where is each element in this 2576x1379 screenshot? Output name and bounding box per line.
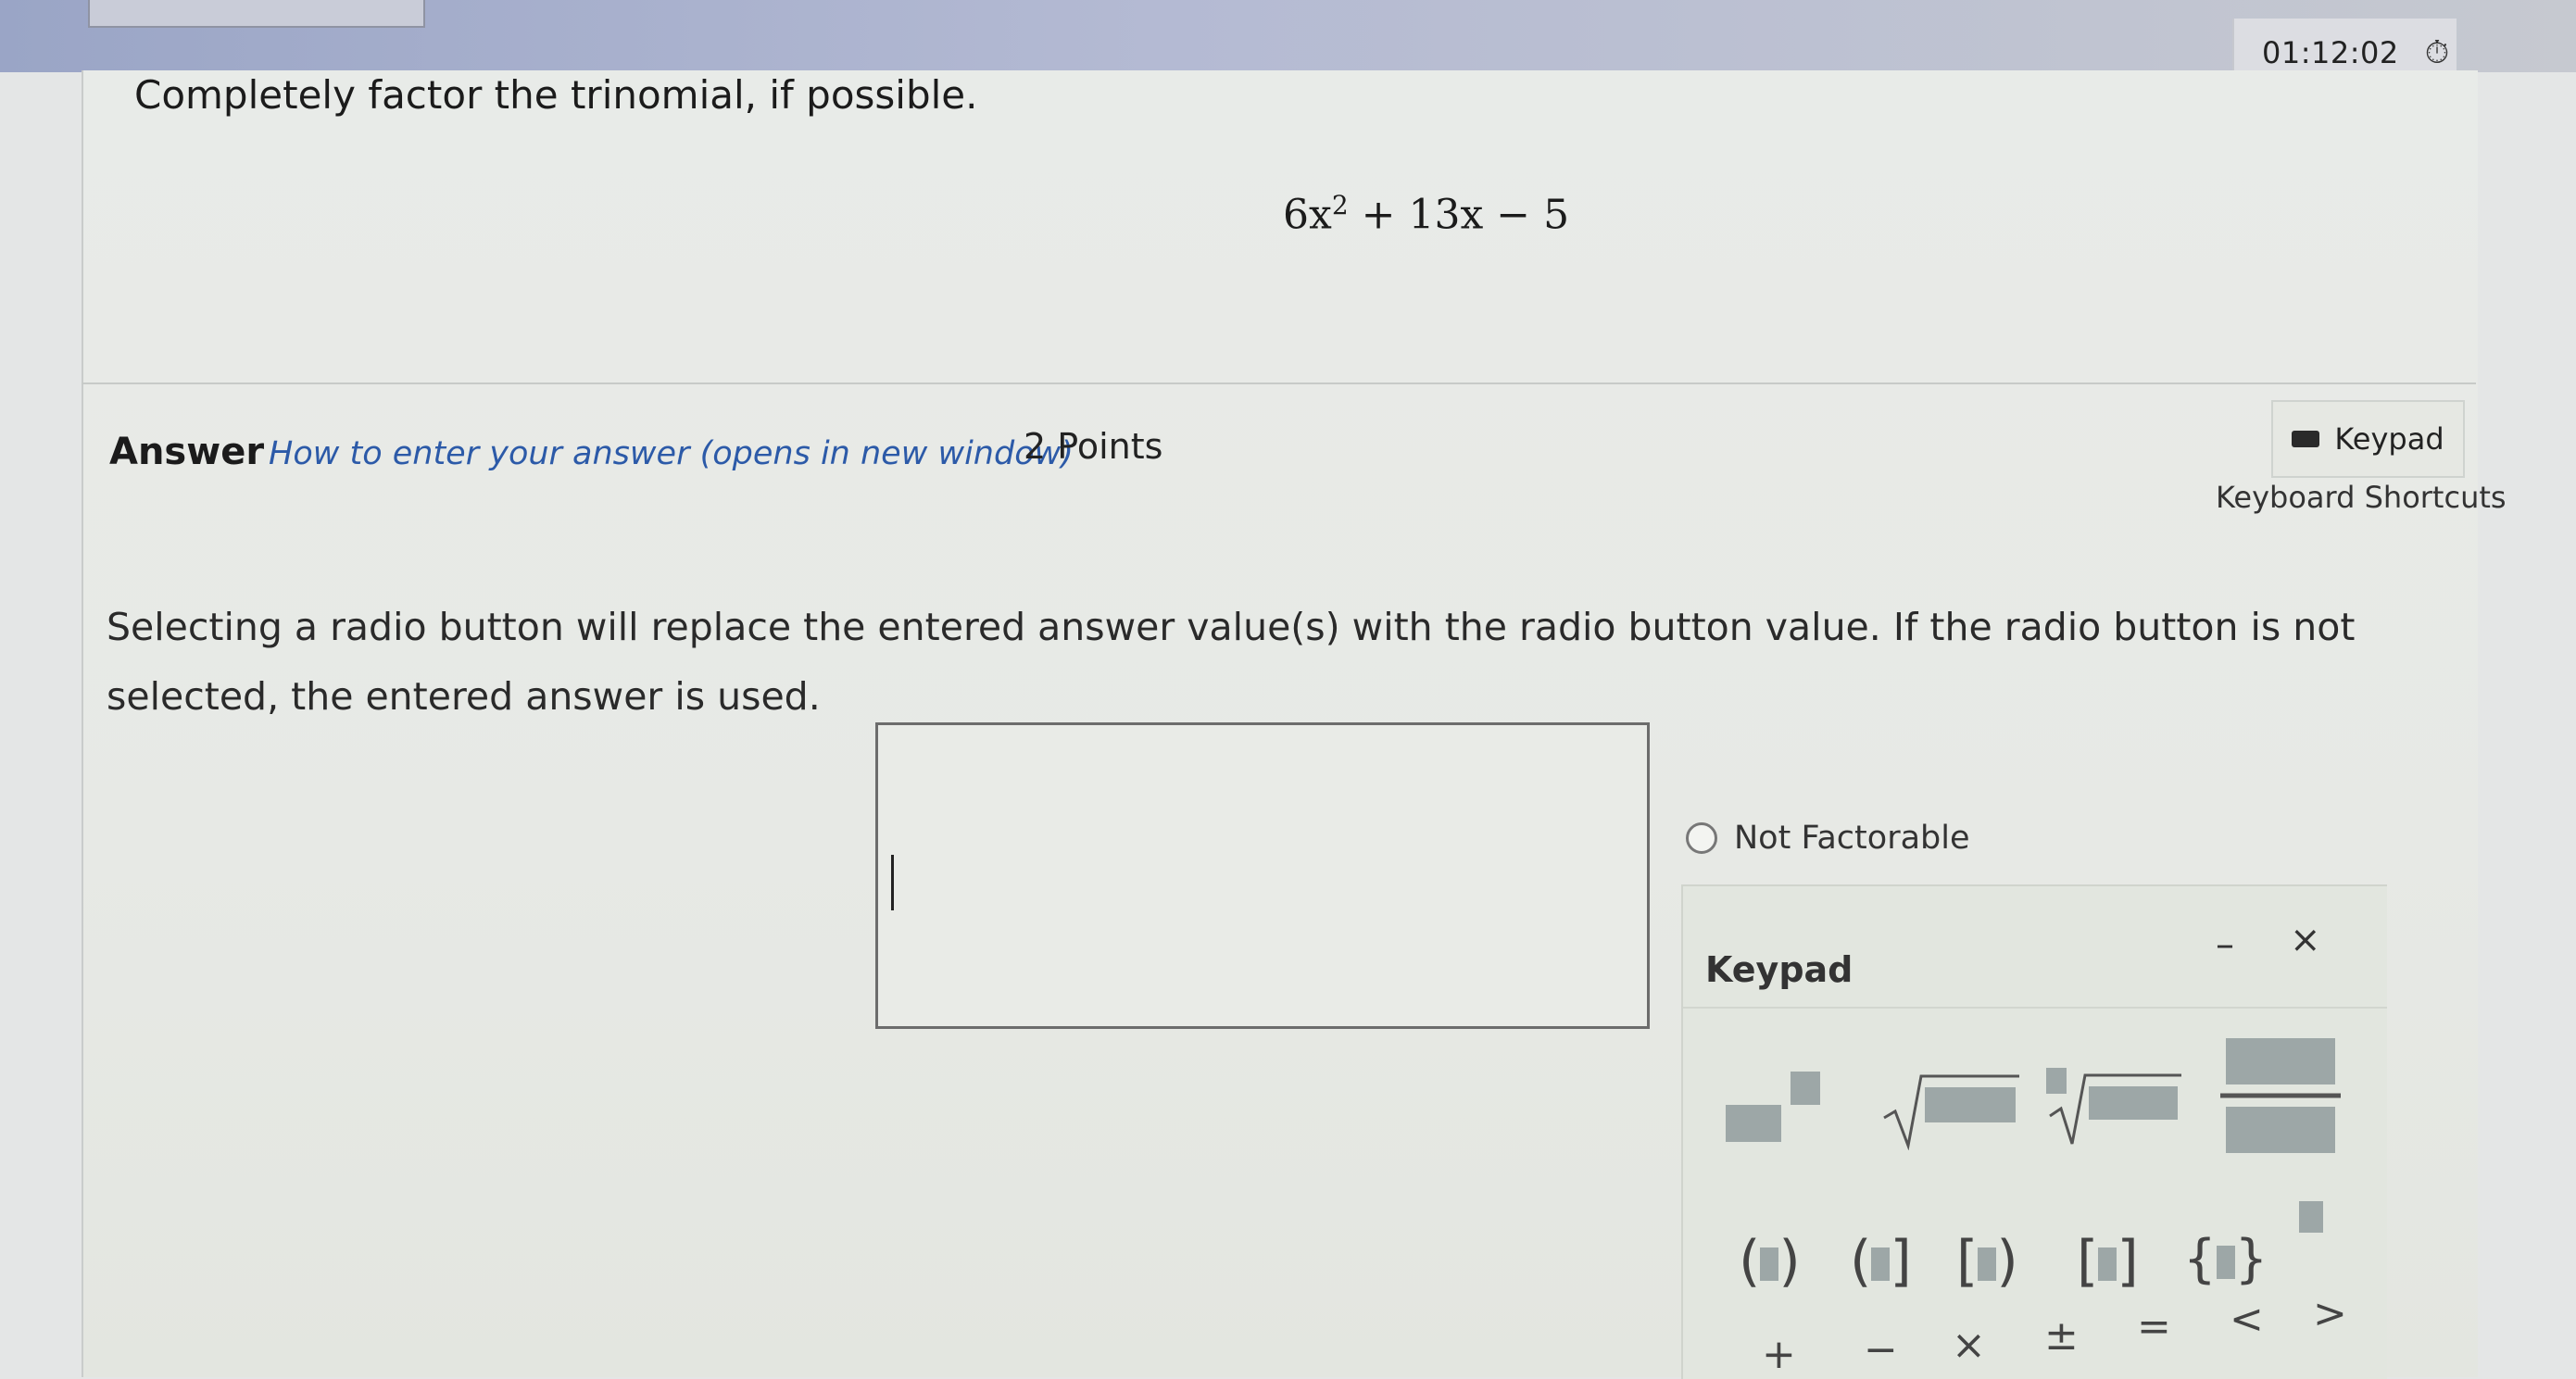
fraction-key[interactable] <box>2220 1036 2341 1157</box>
blank-key[interactable] <box>2299 1201 2323 1233</box>
curly-brace-open: { <box>2183 1229 2217 1289</box>
nth-root-key[interactable] <box>2044 1062 2183 1150</box>
keypad-title: Keypad <box>1705 949 1853 990</box>
expression-tail: + 13x − 5 <box>1348 191 1570 239</box>
not-factorable-label: Not Factorable <box>1734 820 1970 857</box>
square-bracket-open: [ <box>2077 1229 2099 1294</box>
less-than-key[interactable]: < <box>2230 1296 2264 1343</box>
half-closed-bracket-close: ) <box>1996 1229 2018 1294</box>
stopwatch-icon[interactable]: ⏱ <box>2425 34 2450 71</box>
not-factorable-radio[interactable] <box>1686 822 1717 854</box>
square-root-key[interactable] <box>1882 1067 2021 1151</box>
plus-key[interactable]: + <box>1762 1331 1796 1378</box>
keypad-button-label: Keypad <box>2334 421 2444 457</box>
top-bar <box>0 0 2576 72</box>
keypad-separator <box>1683 1007 2387 1009</box>
minus-key[interactable]: − <box>1864 1326 1898 1373</box>
half-open-bracket-key[interactable]: (] <box>1850 1229 1912 1294</box>
top-tab[interactable] <box>88 0 425 28</box>
half-closed-bracket-key[interactable]: [) <box>1956 1229 2018 1294</box>
expression-exponent: 2 <box>1331 190 1349 220</box>
not-factorable-option[interactable]: Not Factorable <box>1686 820 1970 857</box>
exponent-key[interactable] <box>1726 1072 1837 1146</box>
question-prompt: Completely factor the trinomial, if poss… <box>134 72 978 118</box>
keypad-panel: Keypad – × () (] [) [] {} + − × ± = < … <box>1681 884 2387 1379</box>
half-open-bracket-close: ] <box>1890 1229 1912 1294</box>
section-divider <box>82 382 2476 384</box>
trinomial-expression: 6x2 + 13x − 5 <box>1283 190 1569 239</box>
radio-instructions: Selecting a radio button will replace th… <box>107 605 2356 719</box>
expression-lead: 6x <box>1283 191 1332 239</box>
keypad-minimize-button[interactable]: – <box>2216 923 2234 966</box>
half-closed-bracket-open: [ <box>1956 1229 1979 1294</box>
keypad-close-button[interactable]: × <box>2290 919 2321 961</box>
curly-brace-key[interactable]: {} <box>2183 1229 2268 1289</box>
answer-heading: Answer <box>109 431 265 473</box>
parentheses-open: ( <box>1739 1229 1761 1294</box>
square-bracket-close: ] <box>2117 1229 2139 1294</box>
parentheses-key[interactable]: () <box>1739 1229 1801 1294</box>
equals-key[interactable]: = <box>2137 1303 2171 1350</box>
keyboard-icon <box>2292 431 2320 447</box>
plus-minus-key[interactable]: ± <box>2044 1312 2079 1360</box>
parentheses-close: ) <box>1778 1229 1801 1294</box>
answer-input[interactable] <box>875 722 1650 1029</box>
how-to-answer-link[interactable]: How to enter your answer (opens in new w… <box>269 435 1074 472</box>
text-caret <box>891 855 894 910</box>
greater-than-key[interactable]: > <box>2313 1290 2347 1337</box>
half-open-bracket-open: ( <box>1850 1229 1872 1294</box>
curly-brace-close: } <box>2234 1229 2268 1289</box>
points-label: 2 Points <box>1024 426 1163 467</box>
square-bracket-key[interactable]: [] <box>2077 1229 2139 1294</box>
keyboard-shortcuts-link[interactable]: Keyboard Shortcuts <box>2216 480 2507 515</box>
timer-text: 01:12:02 <box>2262 35 2399 70</box>
keypad-toggle-button[interactable]: Keypad <box>2271 400 2465 478</box>
times-key[interactable]: × <box>1952 1322 1986 1369</box>
